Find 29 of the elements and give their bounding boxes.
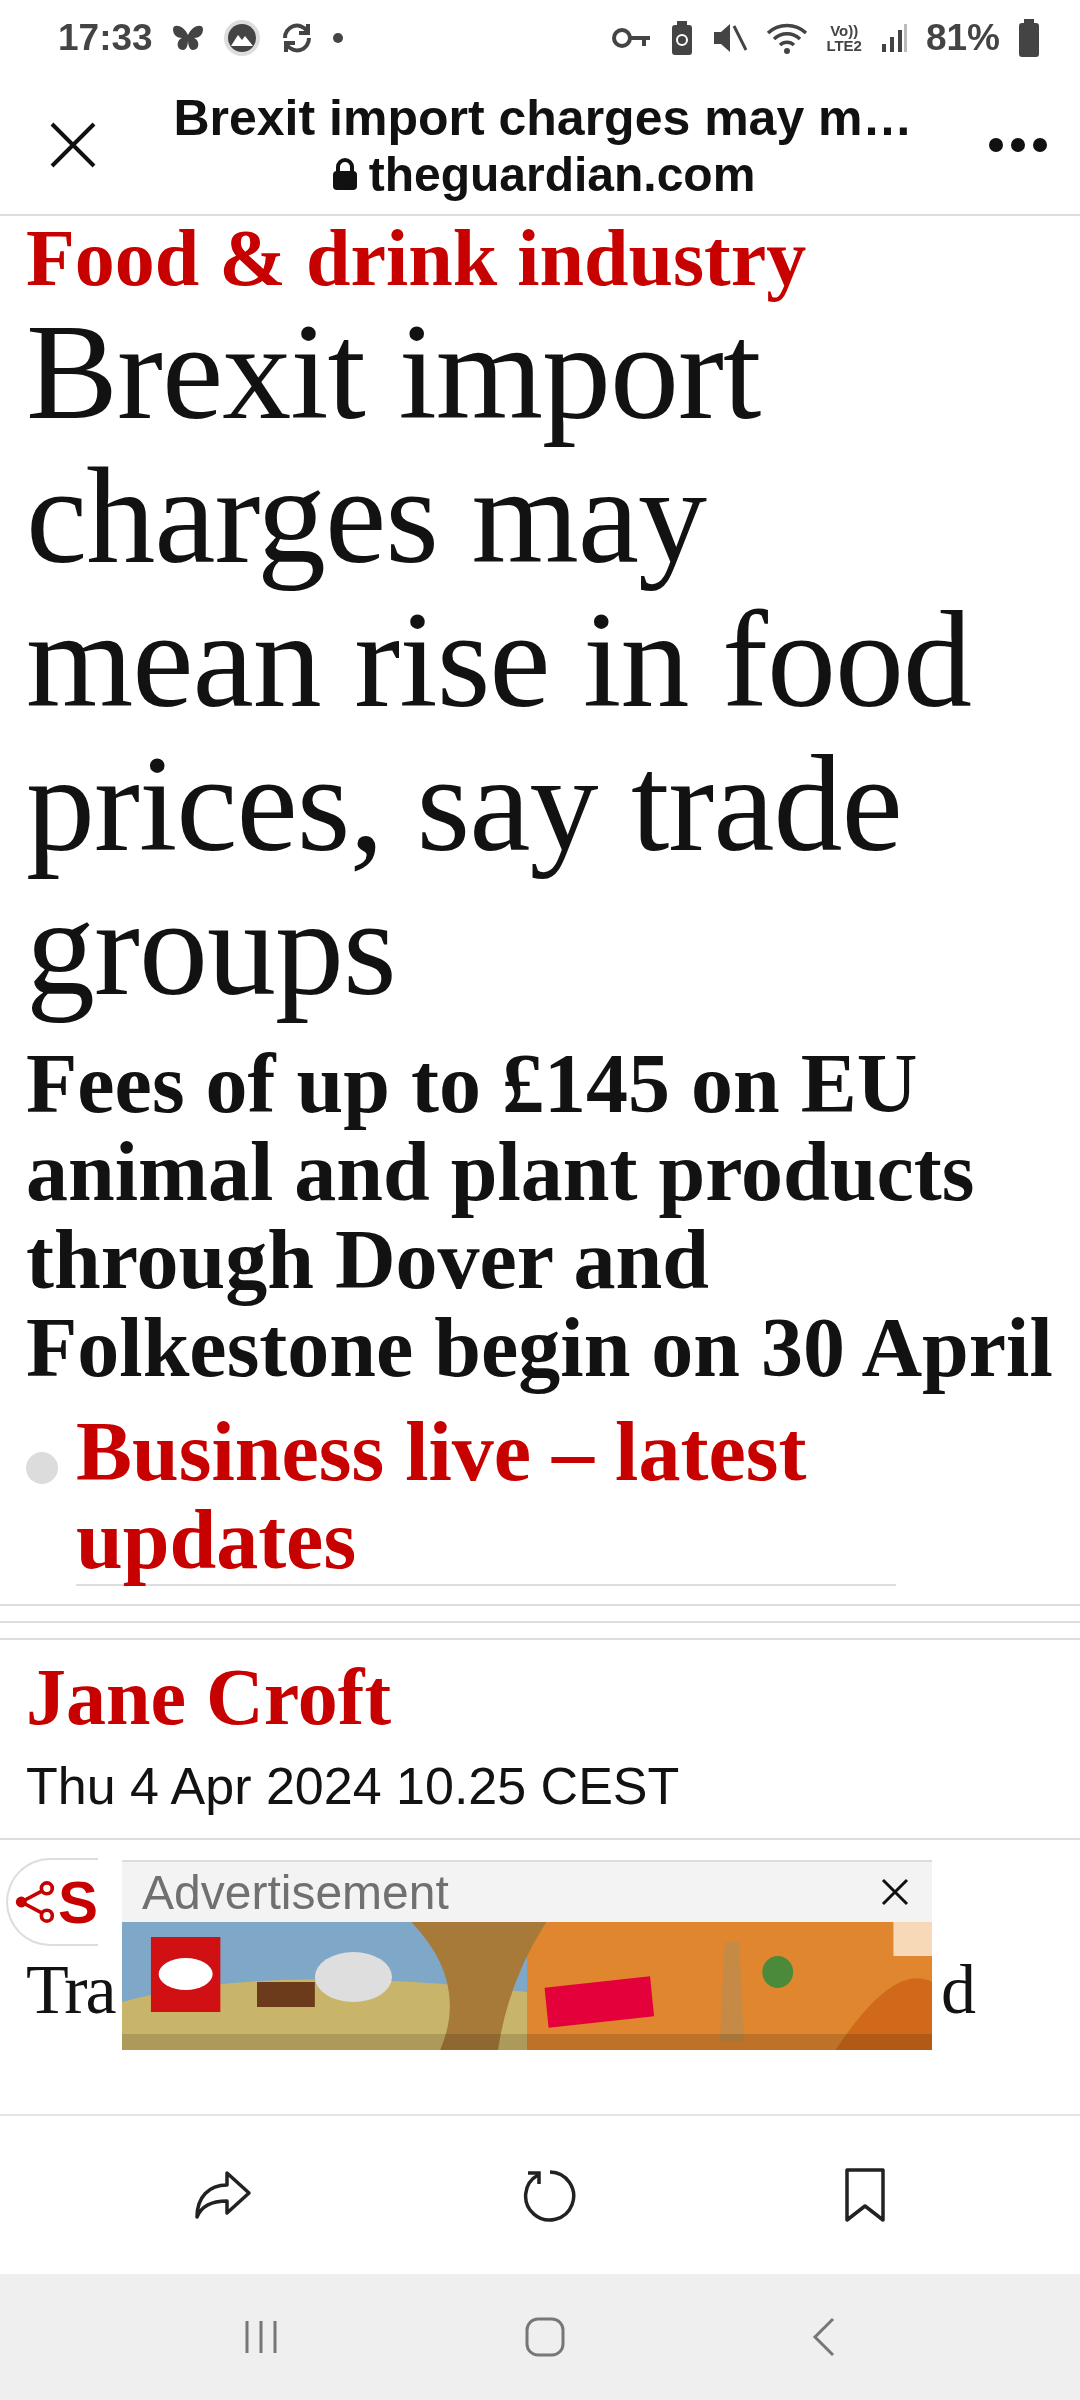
domain-text: theguardian.com xyxy=(368,146,756,202)
author-link[interactable]: Jane Croft xyxy=(26,1652,1054,1742)
share-button[interactable]: S xyxy=(6,1858,98,1946)
mountain-icon xyxy=(222,19,261,57)
battery-percent: 81% xyxy=(925,17,1000,59)
key-icon xyxy=(612,26,653,50)
dot-icon xyxy=(332,33,343,43)
battery-saver-icon xyxy=(670,20,695,56)
mute-icon xyxy=(712,21,749,55)
bullet-icon xyxy=(26,1452,58,1484)
close-icon[interactable] xyxy=(48,120,98,170)
close-icon[interactable] xyxy=(880,1877,910,1907)
publish-date: Thu 4 Apr 2024 10.25 CEST xyxy=(26,1756,681,1816)
battery-icon xyxy=(1018,19,1040,57)
body-text: Tra xyxy=(26,1950,115,2030)
share-icon[interactable] xyxy=(14,1879,56,1925)
network-type: Vo)) LTE2 xyxy=(826,23,862,53)
live-updates-link[interactable]: Business live – latest updates xyxy=(76,1408,896,1586)
ad-label: Advertisement xyxy=(142,1864,449,1920)
lock-icon xyxy=(330,157,359,191)
more-icon[interactable] xyxy=(988,137,1048,153)
signal-icon xyxy=(879,22,908,54)
butterfly-icon xyxy=(170,23,205,53)
wifi-icon xyxy=(766,21,809,55)
body-text: d xyxy=(941,1950,974,2030)
clock-time: 17:33 xyxy=(58,17,153,59)
article-standfirst: Fees of up to £145 on EU animal and plant products through Dover and Folkestone begin on 30 April xyxy=(26,1040,1054,1392)
page-title: Brexit import charges may m… xyxy=(173,88,913,147)
section-kicker: Food & drink industry xyxy=(26,216,808,300)
